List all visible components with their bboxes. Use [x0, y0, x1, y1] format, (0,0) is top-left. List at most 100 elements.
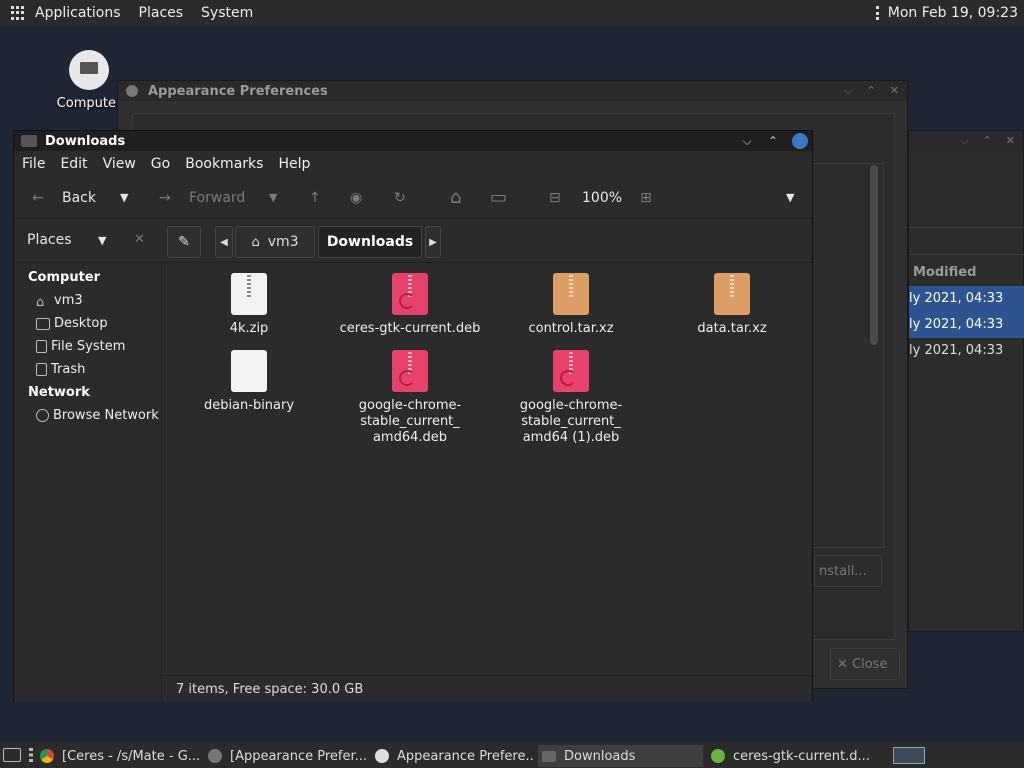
- computer-icon: [69, 50, 109, 90]
- maximize-icon[interactable]: ⌃: [983, 134, 992, 148]
- desktop-computer-icon[interactable]: Computer: [56, 50, 122, 111]
- clock[interactable]: Mon Feb 19, 09:23: [888, 5, 1018, 21]
- appearance-titlebar[interactable]: Appearance Preferences: [118, 81, 907, 101]
- back-history-chevron-icon[interactable]: ▼: [120, 191, 128, 204]
- taskbar-handle-icon[interactable]: [29, 748, 33, 762]
- location-field[interactable]: [909, 227, 1024, 255]
- package-installer-icon: [711, 749, 725, 763]
- sidebar-mode-chevron-icon[interactable]: ▼: [98, 234, 106, 247]
- forward-arrow-icon[interactable]: →: [159, 190, 171, 206]
- sidebar-item-file-system[interactable]: File System: [14, 335, 161, 358]
- workspace-switcher[interactable]: [893, 747, 925, 764]
- computer-icon[interactable]: ▭: [490, 187, 507, 208]
- minimize-icon[interactable]: ⌵: [740, 134, 754, 149]
- status-bar: 7 items, Free space: 30.0 GB: [163, 675, 812, 702]
- sidebar-item-desktop[interactable]: Desktop: [14, 312, 161, 335]
- maximize-icon[interactable]: ⌃: [867, 84, 876, 98]
- minimize-icon[interactable]: ⌵: [844, 84, 852, 98]
- chrome-icon: [40, 749, 54, 763]
- task-appearance-prefs-2[interactable]: Appearance Prefere...: [375, 745, 533, 767]
- menu-view[interactable]: View: [103, 156, 136, 172]
- task-label: [Appearance Prefer...: [230, 748, 366, 764]
- task-ceres-gtk-deb[interactable]: ceres-gtk-current.d...: [711, 745, 876, 767]
- close-icon[interactable]: ✕: [1006, 134, 1015, 148]
- menu-file[interactable]: File: [22, 156, 45, 172]
- taskbar: [Ceres - /s/Mate - G... [Appearance Pref…: [0, 742, 1024, 768]
- file-name-line: amd64.deb: [372, 430, 448, 445]
- edit-location-icon[interactable]: ✎: [167, 226, 201, 258]
- path-button-downloads[interactable]: Downloads: [318, 226, 422, 258]
- forward-history-chevron-icon[interactable]: ▼: [269, 191, 277, 204]
- theme-scrollbar[interactable]: [870, 165, 878, 345]
- window-title: Downloads: [45, 133, 126, 149]
- menu-system[interactable]: System: [201, 5, 253, 21]
- task-label: Downloads: [564, 748, 636, 764]
- forward-button[interactable]: Forward: [189, 190, 245, 206]
- sidebar-item-browse-network[interactable]: Browse Network: [14, 404, 161, 427]
- trash-icon: [36, 363, 47, 376]
- zip-file-icon: [231, 273, 267, 315]
- tar-archive-icon: [553, 273, 589, 315]
- menu-applications[interactable]: Applications: [35, 5, 121, 21]
- task-downloads[interactable]: Downloads: [538, 745, 703, 767]
- panel-kebab-icon[interactable]: [875, 6, 880, 20]
- app-icon: [208, 749, 222, 763]
- close-icon[interactable]: ✕: [890, 84, 899, 98]
- close-icon[interactable]: [792, 133, 808, 149]
- home-icon: ⌂: [36, 294, 45, 310]
- file-item-google-chrome-deb[interactable]: google-chrome- stable_current_ amd64.deb: [335, 350, 485, 446]
- menu-places[interactable]: Places: [139, 5, 184, 21]
- task-label: ceres-gtk-current.d...: [733, 748, 870, 764]
- sidebar-mode-select[interactable]: Places: [27, 232, 72, 248]
- file-item-control-tar-xz[interactable]: control.tar.xz: [496, 273, 646, 337]
- menu-go[interactable]: Go: [151, 156, 170, 172]
- close-sidebar-icon[interactable]: ✕: [134, 232, 145, 247]
- path-right-arrow-icon[interactable]: ▶: [425, 226, 441, 258]
- drive-icon: [36, 340, 47, 353]
- sidebar-item-trash[interactable]: Trash: [14, 358, 161, 381]
- file-item-data-tar-xz[interactable]: data.tar.xz: [657, 273, 807, 337]
- menu-help[interactable]: Help: [278, 156, 310, 172]
- up-arrow-icon[interactable]: ↑: [309, 190, 321, 206]
- back-arrow-icon[interactable]: ←: [32, 190, 44, 206]
- show-desktop-icon[interactable]: [3, 748, 21, 762]
- file-item-ceres-gtk-current-deb[interactable]: ceres-gtk-current.deb: [335, 273, 485, 337]
- task-ceres-browser[interactable]: [Ceres - /s/Mate - G...: [40, 745, 200, 767]
- task-appearance-prefs-1[interactable]: [Appearance Prefer...: [208, 745, 366, 767]
- file-item-google-chrome-deb-1[interactable]: google-chrome- stable_current_ amd64 (1)…: [496, 350, 646, 446]
- zoom-in-icon[interactable]: ⊞: [640, 190, 652, 206]
- stop-icon[interactable]: ◉: [350, 190, 362, 206]
- file-name: data.tar.xz: [697, 321, 767, 336]
- sidebar-item-label: Desktop: [54, 316, 108, 331]
- close-button[interactable]: ✕ Close: [830, 648, 900, 680]
- sidebar-item-label: Trash: [51, 362, 86, 377]
- zoom-out-icon[interactable]: ⊟: [549, 190, 561, 206]
- menu-bookmarks[interactable]: Bookmarks: [185, 156, 263, 172]
- menu-edit[interactable]: Edit: [60, 156, 87, 172]
- reload-icon[interactable]: ↻: [394, 190, 406, 206]
- file-item-debian-binary[interactable]: debian-binary: [174, 350, 324, 414]
- home-icon[interactable]: ⌂: [450, 187, 461, 208]
- menubar: File Edit View Go Bookmarks Help: [14, 151, 812, 177]
- maximize-icon[interactable]: ⌃: [766, 134, 780, 148]
- list-item[interactable]: ly 2021, 04:33: [909, 312, 1024, 338]
- modified-column-header[interactable]: Modified: [913, 265, 976, 280]
- downloads-titlebar[interactable]: Downloads: [14, 131, 812, 151]
- minimize-icon[interactable]: ⌵: [960, 134, 968, 148]
- file-name: ceres-gtk-current.deb: [339, 321, 481, 336]
- sidebar-item-vm3[interactable]: ⌂ vm3: [14, 289, 161, 312]
- view-options-chevron-icon[interactable]: ▼: [786, 191, 794, 204]
- downloads-window: Downloads ⌵ ⌃ File Edit View Go Bookmark…: [13, 130, 813, 702]
- list-item[interactable]: ly 2021, 04:33: [909, 286, 1024, 312]
- path-left-arrow-icon[interactable]: ◀: [215, 226, 233, 258]
- back-button[interactable]: Back: [62, 190, 96, 206]
- applications-grid-icon[interactable]: [11, 6, 25, 20]
- list-item[interactable]: ly 2021, 04:33: [909, 338, 1024, 364]
- network-globe-icon: [36, 409, 49, 422]
- zoom-level[interactable]: 100%: [582, 190, 622, 206]
- file-item-4k-zip[interactable]: 4k.zip: [174, 273, 324, 337]
- path-button-vm3[interactable]: ⌂ vm3: [235, 226, 315, 258]
- deb-package-icon: [392, 350, 428, 392]
- install-button[interactable]: nstall...: [814, 555, 882, 587]
- file-name-line: google-chrome-: [358, 398, 462, 413]
